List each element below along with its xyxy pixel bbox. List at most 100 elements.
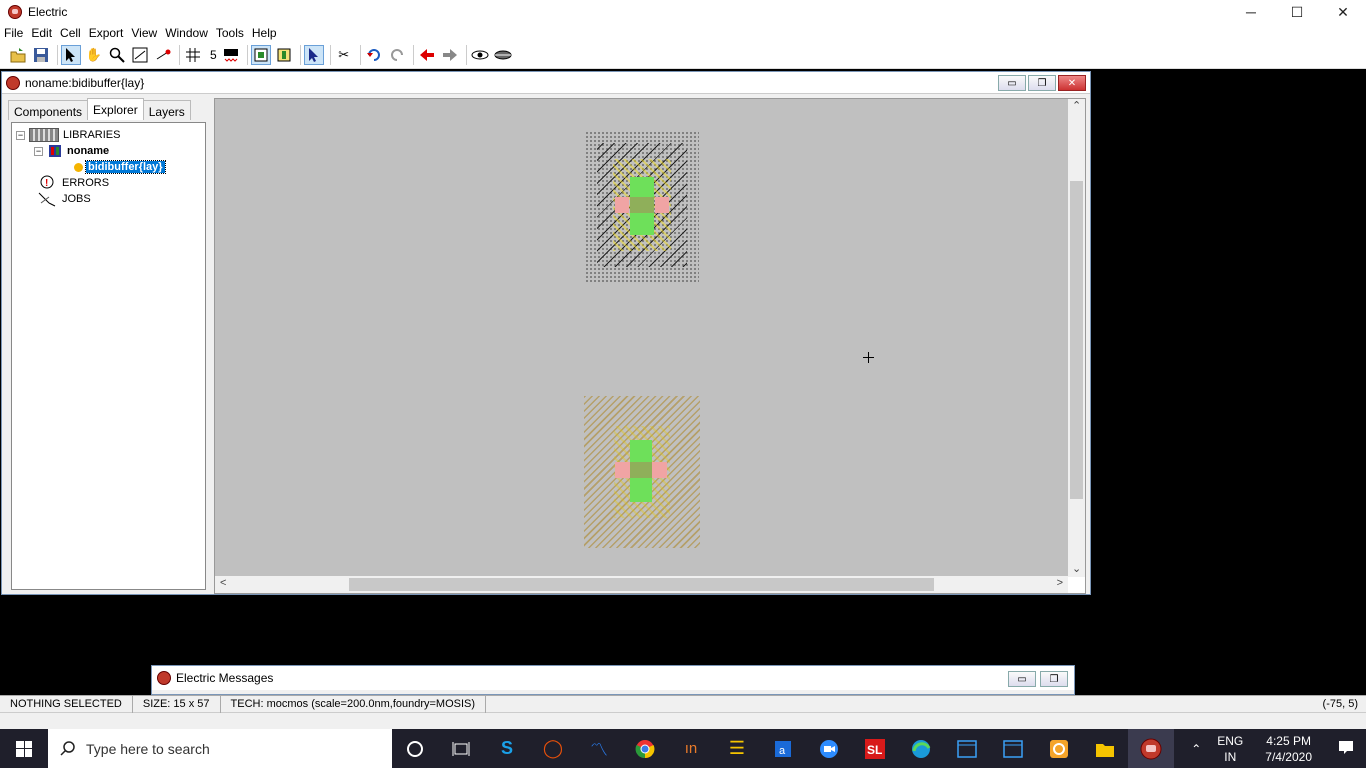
language-indicator[interactable]: ENG IN xyxy=(1209,733,1251,765)
show-hidden-icons-icon[interactable]: ⌃ xyxy=(1183,741,1209,757)
svg-text:SL: SL xyxy=(867,743,882,757)
document-window: noname:bidibuffer{lay} ▭ ❐ ✕ Components … xyxy=(1,71,1091,595)
collapse-toggle-icon[interactable]: − xyxy=(16,130,25,140)
forward-arrow-icon[interactable] xyxy=(440,45,460,65)
office-icon[interactable]: ◯ xyxy=(530,729,576,768)
cortana-icon[interactable] xyxy=(392,729,438,768)
sl-icon[interactable]: SL xyxy=(852,729,898,768)
clock-date: 7/4/2020 xyxy=(1265,749,1312,764)
tree-node-errors[interactable]: ! ERRORS xyxy=(16,175,201,191)
scroll-left-icon[interactable]: < xyxy=(220,577,226,589)
edge-icon[interactable] xyxy=(898,729,944,768)
zoom-icon[interactable] xyxy=(107,45,127,65)
horizontal-scroll-thumb[interactable] xyxy=(349,578,934,591)
menu-file[interactable]: File xyxy=(0,26,27,40)
region-code: IN xyxy=(1224,749,1237,764)
app-title: Electric xyxy=(28,5,68,19)
maximize-button[interactable]: ☐ xyxy=(1274,0,1320,24)
back-arrow-icon[interactable] xyxy=(417,45,437,65)
gate-overlap xyxy=(630,197,654,213)
sticky-notes-icon[interactable]: ☰ xyxy=(714,729,760,768)
layout-cell-bottom[interactable] xyxy=(584,396,700,548)
pan-hand-icon[interactable]: ✋ xyxy=(84,45,104,65)
tab-components[interactable]: Components xyxy=(8,100,89,120)
toolbar-separator xyxy=(57,45,58,65)
menu-edit[interactable]: Edit xyxy=(27,26,56,40)
doc-minimize-button[interactable]: ▭ xyxy=(998,75,1026,91)
file-explorer-icon[interactable] xyxy=(1082,729,1128,768)
tree-node-cell[interactable]: bidibuffer{lay} xyxy=(16,159,201,175)
redo-icon[interactable] xyxy=(387,45,407,65)
chrome-icon[interactable] xyxy=(622,729,668,768)
matlab-icon[interactable]: 〽 xyxy=(576,729,622,768)
eye-icon[interactable] xyxy=(470,45,490,65)
scroll-up-icon[interactable]: ⌃ xyxy=(1072,99,1081,112)
horizontal-scrollbar[interactable]: < > xyxy=(215,576,1068,593)
toolbar-separator xyxy=(359,45,361,65)
doc-close-button[interactable]: ✕ xyxy=(1058,75,1086,91)
tree-node-library[interactable]: − noname xyxy=(16,143,201,159)
search-icon xyxy=(60,740,75,756)
cursor-select-icon[interactable] xyxy=(303,45,324,65)
eye-closed-icon[interactable] xyxy=(493,45,513,65)
collapse-toggle-icon[interactable]: − xyxy=(34,146,43,156)
clock[interactable]: 4:25 PM 7/4/2020 xyxy=(1251,733,1326,765)
tree-node-jobs[interactable]: JOBS xyxy=(16,191,201,207)
menu-view[interactable]: View xyxy=(127,26,161,40)
menu-help[interactable]: Help xyxy=(248,26,281,40)
menu-export[interactable]: Export xyxy=(85,26,128,40)
vertical-scroll-thumb[interactable] xyxy=(1070,181,1083,499)
messages-minimize-button[interactable]: ▭ xyxy=(1008,671,1036,687)
close-button[interactable]: ✕ xyxy=(1320,0,1366,24)
menu-cell[interactable]: Cell xyxy=(56,26,85,40)
window-icon[interactable] xyxy=(944,729,990,768)
skype-icon[interactable]: S xyxy=(484,729,530,768)
qbittorrent-icon[interactable] xyxy=(1036,729,1082,768)
node-icon[interactable] xyxy=(274,45,294,65)
undo-icon[interactable] xyxy=(364,45,384,65)
align-icon[interactable] xyxy=(221,45,241,65)
scroll-down-icon[interactable]: ⌄ xyxy=(1072,562,1081,575)
messages-title: Electric Messages xyxy=(176,671,274,685)
tab-explorer[interactable]: Explorer xyxy=(87,98,144,120)
notifications-icon[interactable] xyxy=(1326,739,1366,759)
gate-overlap xyxy=(630,462,652,478)
taskbar-search[interactable]: Type here to search xyxy=(48,729,392,768)
window-controls: ─ ☐ ✕ xyxy=(1228,0,1366,24)
window-icon-2[interactable] xyxy=(990,729,1036,768)
layout-cell-top[interactable] xyxy=(585,131,699,283)
invision-icon[interactable]: ın xyxy=(668,729,714,768)
outline-edit-icon[interactable] xyxy=(130,45,150,65)
status-coordinates: (-75, 5) xyxy=(1322,698,1358,710)
save-icon[interactable] xyxy=(31,45,51,65)
menu-tools[interactable]: Tools xyxy=(212,26,248,40)
minimize-button[interactable]: ─ xyxy=(1228,0,1274,24)
tree-label-errors: ERRORS xyxy=(62,177,110,189)
vertical-scrollbar[interactable]: ⌃ ⌄ xyxy=(1068,99,1085,577)
toolbar-separator xyxy=(246,45,248,65)
task-view-icon[interactable] xyxy=(438,729,484,768)
select-arrow-icon[interactable] xyxy=(61,45,81,65)
cut-wires-icon[interactable]: ✂ xyxy=(334,45,354,65)
messages-window: Electric Messages ▭ ❐ xyxy=(151,665,1075,695)
zoom-icon[interactable] xyxy=(806,729,852,768)
open-icon[interactable] xyxy=(8,45,28,65)
java-icon[interactable]: a xyxy=(760,729,806,768)
arc-icon[interactable] xyxy=(250,45,271,65)
messages-restore-button[interactable]: ❐ xyxy=(1040,671,1068,687)
measure-icon[interactable] xyxy=(153,45,173,65)
scroll-right-icon[interactable]: > xyxy=(1057,577,1063,589)
start-button[interactable] xyxy=(0,729,48,768)
electric-icon[interactable] xyxy=(1128,729,1174,768)
layout-canvas[interactable] xyxy=(215,99,1068,577)
status-size: SIZE: 15 x 57 xyxy=(133,695,221,713)
menu-window[interactable]: Window xyxy=(161,26,212,40)
windows-taskbar: Type here to search S ◯ 〽 ın ☰ a SL ⌃ EN… xyxy=(0,729,1366,768)
pink-contact-left xyxy=(615,197,629,213)
doc-restore-button[interactable]: ❐ xyxy=(1028,75,1056,91)
tree-node-libraries[interactable]: − LIBRARIES xyxy=(16,127,201,143)
document-titlebar: noname:bidibuffer{lay} ▭ ❐ ✕ xyxy=(2,72,1090,94)
tab-layers[interactable]: Layers xyxy=(142,100,191,120)
grid-icon[interactable] xyxy=(183,45,203,65)
windows-logo-icon xyxy=(16,740,32,757)
